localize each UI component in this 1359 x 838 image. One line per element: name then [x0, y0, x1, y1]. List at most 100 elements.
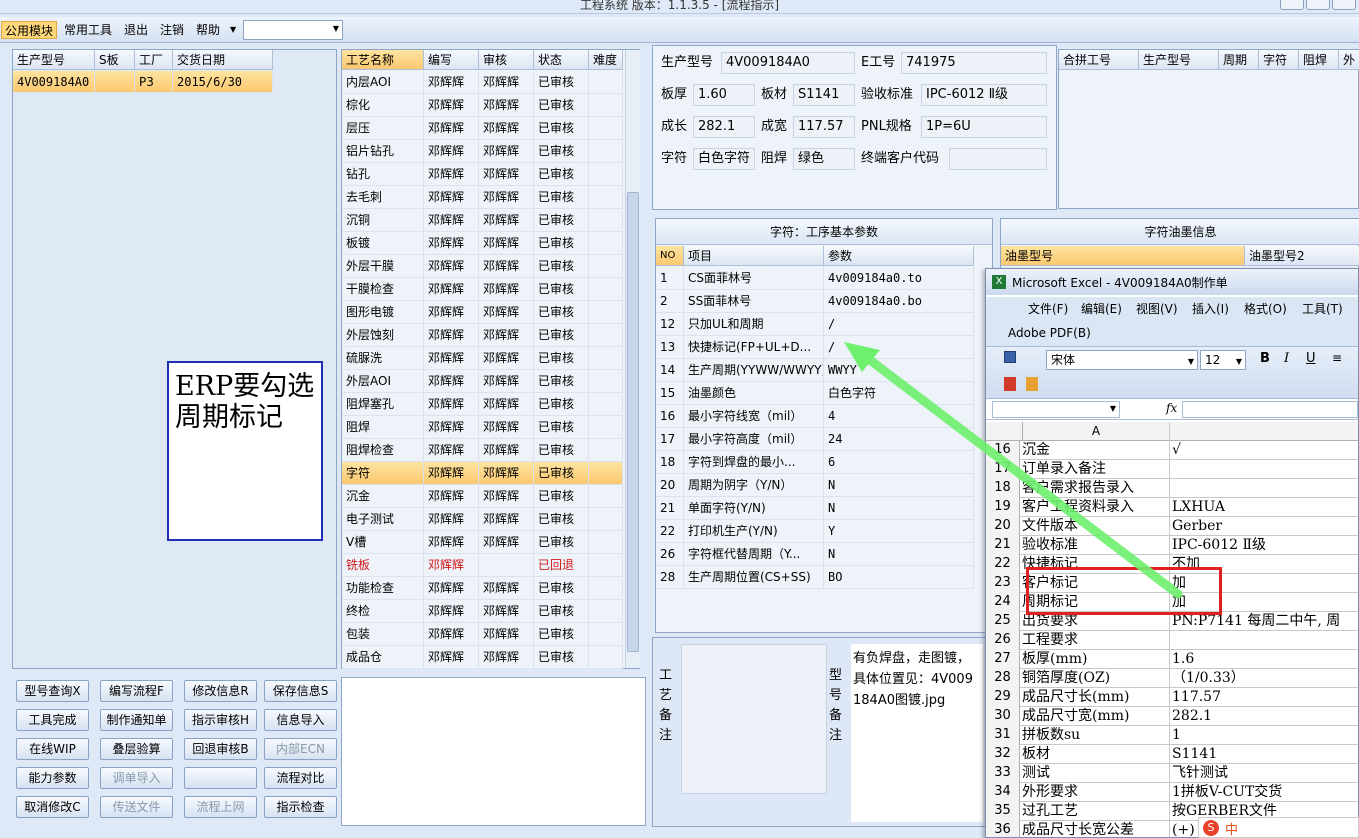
width-field[interactable]: 117.57: [793, 116, 855, 138]
cell-b[interactable]: （1/0.33）: [1172, 669, 1358, 688]
action-button[interactable]: 编写流程F: [100, 680, 173, 702]
cell-a[interactable]: 测试: [1022, 764, 1170, 783]
table-row[interactable]: 铝片钻孔 邓辉辉 邓辉辉 已审核: [342, 140, 623, 163]
col-header[interactable]: 审核: [479, 50, 534, 70]
excel-row[interactable]: 29 成品尺寸长(mm) 117.57: [986, 688, 1358, 707]
table-row[interactable]: 外层蚀刻 邓辉辉 邓辉辉 已审核: [342, 324, 623, 347]
action-button[interactable]: 指示审核H: [184, 709, 257, 731]
table-row[interactable]: 外层干膜 邓辉辉 邓辉辉 已审核: [342, 255, 623, 278]
customer-code-field[interactable]: [949, 148, 1047, 170]
cell-b[interactable]: [1172, 631, 1358, 650]
excel-title-bar[interactable]: X Microsoft Excel - 4V009184A0制作单: [986, 269, 1358, 295]
row-number[interactable]: 32: [986, 745, 1020, 764]
excel-row[interactable]: 30 成品尺寸宽(mm) 282.1: [986, 707, 1358, 726]
col-header[interactable]: 项目: [684, 246, 824, 266]
excel-row[interactable]: 26 工程要求: [986, 631, 1358, 650]
minimize-button[interactable]: [1280, 0, 1304, 10]
action-button[interactable]: 修改信息R: [184, 680, 257, 702]
font-size-select[interactable]: 12 ▼: [1200, 350, 1246, 370]
col-header[interactable]: 工艺名称: [342, 50, 424, 70]
col-header[interactable]: 生产型号: [1139, 50, 1219, 70]
cell-a[interactable]: 外形要求: [1022, 783, 1170, 802]
cell-b[interactable]: 1拼板V-CUT交货: [1172, 783, 1358, 802]
action-button[interactable]: 取消修改C: [16, 796, 89, 818]
col-header[interactable]: NO: [656, 246, 684, 266]
mask-field[interactable]: 绿色: [793, 148, 855, 170]
row-number[interactable]: 27: [986, 650, 1020, 669]
cell-a[interactable]: 工程要求: [1022, 631, 1170, 650]
cell-b[interactable]: S1141: [1172, 745, 1358, 764]
model-field[interactable]: 4V009184A0: [721, 52, 855, 74]
excel-row[interactable]: 31 拼板数su 1: [986, 726, 1358, 745]
col-header[interactable]: 阻焊: [1299, 50, 1339, 70]
ime-mode[interactable]: 中: [1225, 819, 1238, 838]
action-button[interactable]: 调单导入: [100, 767, 173, 789]
action-button[interactable]: 能力参数: [16, 767, 89, 789]
action-button[interactable]: [184, 767, 257, 789]
action-button[interactable]: 信息导入: [264, 709, 337, 731]
excel-menu-view[interactable]: 视图(V): [1136, 300, 1178, 318]
table-row[interactable]: 干膜检查 邓辉辉 邓辉辉 已审核: [342, 278, 623, 301]
table-row[interactable]: 外层AOI 邓辉辉 邓辉辉 已审核: [342, 370, 623, 393]
col-header[interactable]: 合拼工号: [1059, 50, 1139, 70]
table-row[interactable]: 终检 邓辉辉 邓辉辉 已审核: [342, 600, 623, 623]
cell-a[interactable]: 板材: [1022, 745, 1170, 764]
row-number[interactable]: 29: [986, 688, 1020, 707]
thickness-field[interactable]: 1.60: [693, 84, 755, 106]
char-field[interactable]: 白色字符: [693, 148, 755, 170]
standard-field[interactable]: IPC-6012 Ⅱ级: [921, 84, 1047, 106]
table-row[interactable]: 板镀 邓辉辉 邓辉辉 已审核: [342, 232, 623, 255]
table-row[interactable]: 阻焊塞孔 邓辉辉 邓辉辉 已审核: [342, 393, 623, 416]
table-row[interactable]: 功能检查 邓辉辉 邓辉辉 已审核: [342, 577, 623, 600]
cell-b[interactable]: LXHUA: [1172, 498, 1358, 517]
cell-a[interactable]: 过孔工艺: [1022, 802, 1170, 821]
chevron-down-icon[interactable]: ▼: [230, 25, 236, 34]
material-field[interactable]: S1141: [793, 84, 855, 106]
action-button[interactable]: 在线WIP: [16, 738, 89, 760]
table-row[interactable]: 成品仓 邓辉辉 邓辉辉 已审核: [342, 646, 623, 669]
col-header[interactable]: 工厂: [135, 50, 173, 70]
table-row[interactable]: 4V009184A0 P3 2015/6/30: [13, 71, 273, 93]
table-row[interactable]: 阻焊 邓辉辉 邓辉辉 已审核: [342, 416, 623, 439]
formula-input[interactable]: [1182, 401, 1358, 418]
action-button[interactable]: 制作通知单: [100, 709, 173, 731]
excel-menu-tools[interactable]: 工具(T): [1302, 300, 1343, 318]
note-textarea[interactable]: [341, 677, 646, 826]
action-button[interactable]: 流程上网: [184, 796, 257, 818]
cell-b[interactable]: 117.57: [1172, 688, 1358, 707]
cell-b[interactable]: [1172, 479, 1358, 498]
excel-row[interactable]: 27 板厚(mm) 1.6: [986, 650, 1358, 669]
bold-icon[interactable]: B: [1260, 351, 1270, 366]
row-number[interactable]: 34: [986, 783, 1020, 802]
table-row[interactable]: 1 CS面菲林号 4v009184a0.to: [656, 267, 974, 290]
col-header[interactable]: 油墨型号: [1001, 246, 1245, 266]
col-header[interactable]: 难度: [589, 50, 623, 70]
col-header[interactable]: 交货日期: [173, 50, 273, 70]
col-header[interactable]: 周期: [1219, 50, 1259, 70]
table-row[interactable]: 沉铜 邓辉辉 邓辉辉 已审核: [342, 209, 623, 232]
italic-icon[interactable]: I: [1284, 351, 1289, 366]
col-header[interactable]: 编写: [424, 50, 479, 70]
excel-row[interactable]: 32 板材 S1141: [986, 745, 1358, 764]
table-row[interactable]: 硫脲洗 邓辉辉 邓辉辉 已审核: [342, 347, 623, 370]
scroll-thumb[interactable]: [627, 192, 639, 652]
cell-b[interactable]: 1: [1172, 726, 1358, 745]
table-row[interactable]: 铣板 邓辉辉 已回退: [342, 554, 623, 577]
cell-a[interactable]: 铜箔厚度(OZ): [1022, 669, 1170, 688]
row-number[interactable]: 36: [986, 821, 1020, 837]
col-header[interactable]: S板: [95, 50, 135, 70]
excel-menu-insert[interactable]: 插入(I): [1192, 300, 1229, 318]
cell-b[interactable]: 1.6: [1172, 650, 1358, 669]
col-header[interactable]: 油墨型号2: [1245, 246, 1359, 266]
table-row[interactable]: 去毛刺 邓辉辉 邓辉辉 已审核: [342, 186, 623, 209]
table-row[interactable]: 12 只加UL和周期 /: [656, 313, 974, 336]
action-button[interactable]: 型号查询X: [16, 680, 89, 702]
cell-a[interactable]: 板厚(mm): [1022, 650, 1170, 669]
cell-b[interactable]: 飞针测试: [1172, 764, 1358, 783]
cell-b[interactable]: [1172, 460, 1358, 479]
row-number[interactable]: 30: [986, 707, 1020, 726]
e-number-field[interactable]: 741975: [901, 52, 1047, 74]
cell-b[interactable]: IPC-6012 Ⅱ级: [1172, 536, 1358, 555]
cell-a[interactable]: 拼板数su: [1022, 726, 1170, 745]
action-button[interactable]: 指示检查: [264, 796, 337, 818]
